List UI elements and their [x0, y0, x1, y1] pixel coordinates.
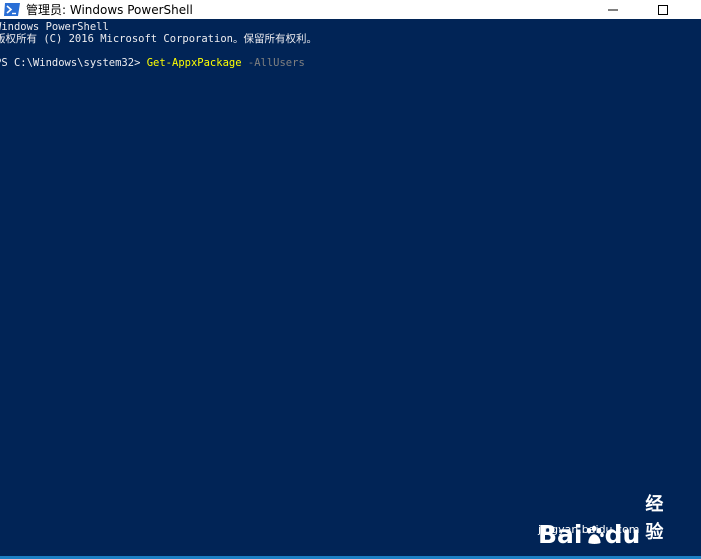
minimize-button[interactable] [590, 0, 636, 19]
minimize-icon [608, 9, 618, 10]
console-output[interactable]: Windows PowerShell 版权所有 (C) 2016 Microso… [0, 19, 701, 556]
maximize-icon [658, 4, 668, 15]
command-name: Get-AppxPackage [146, 57, 242, 69]
console-copyright-line: 版权所有 (C) 2016 Microsoft Corporation。保留所有… [0, 33, 317, 45]
watermark-brand-cn: 经验 [645, 494, 664, 543]
console-prompt-line[interactable]: PS C:\Windows\system32> Get-AppxPackage … [0, 57, 305, 70]
watermark-logo: Bai du 经验 [538, 491, 671, 549]
maximize-button[interactable] [640, 0, 686, 19]
powershell-icon[interactable] [3, 3, 21, 17]
window-title: 管理员: Windows PowerShell [26, 3, 193, 17]
prompt-path: PS C:\Windows\system32> [0, 57, 147, 69]
title-bar[interactable]: 管理员: Windows PowerShell [0, 0, 701, 19]
command-parameter: -AllUsers [241, 57, 305, 69]
watermark-url: jingyan.baidu.com [538, 523, 640, 536]
baidu-jingyan-watermark: Bai du 经验 jingyan.baidu.com [536, 483, 666, 549]
